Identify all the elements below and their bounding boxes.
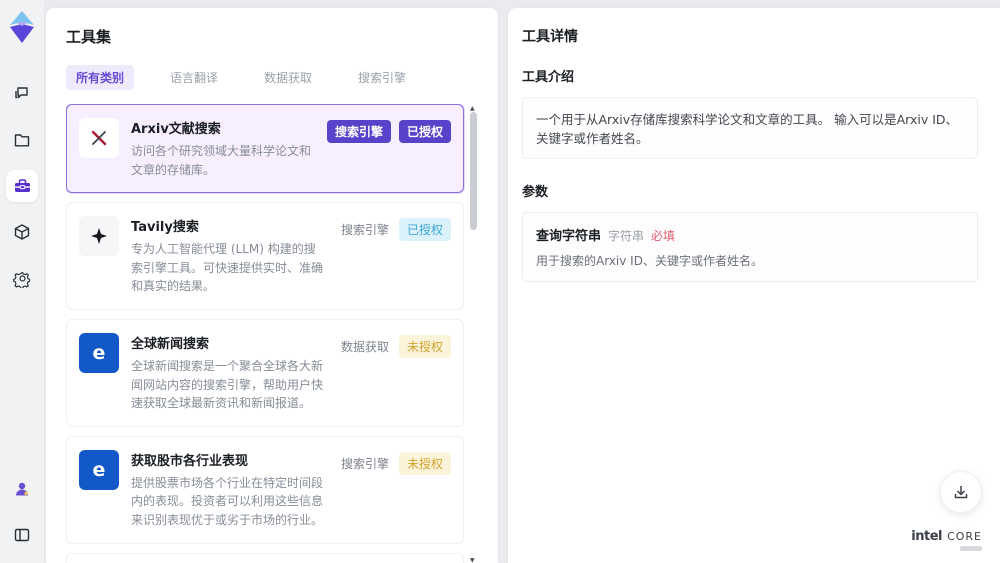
auth-status-badge: 未授权 — [398, 451, 451, 475]
detail-title: 工具详情 — [522, 29, 578, 45]
sidebar-item-models[interactable] — [6, 216, 38, 248]
auth-status-badge: 未授权 — [398, 334, 451, 358]
auth-status-badge: 已授权 — [398, 218, 451, 242]
tool-name: 全球新闻搜索 — [131, 336, 210, 352]
news-app-icon: e — [79, 332, 119, 373]
cube-icon — [14, 224, 30, 240]
sidebar-item-chat[interactable] — [6, 78, 38, 110]
download-button[interactable] — [940, 471, 982, 513]
core-product-text: CORE — [947, 530, 982, 543]
sparkle-icon — [79, 216, 119, 257]
category-badge: 搜索引擎 — [326, 120, 391, 143]
tool-name: Arxiv文献搜索 — [131, 122, 221, 137]
tool-card-global-news[interactable]: e 全球新闻搜索 全球新闻搜索是一个聚合全球各大新闻网站内容的搜索引擎，帮助用户… — [66, 318, 464, 427]
parameter-box: 查询字符串 字符串 必填 用于搜索的Arxiv ID、关键字或作者姓名。 — [522, 212, 978, 282]
scrollbar-thumb[interactable] — [470, 112, 477, 230]
panel-toggle-icon — [14, 528, 30, 542]
app-logo-gem-icon — [10, 11, 34, 43]
scroll-down-icon[interactable]: ▼ — [470, 558, 477, 563]
tool-description: 专为人工智能代理 (LLM) 构建的搜索引擎工具。可快速提供实时、准确和真实的结… — [131, 242, 324, 294]
tool-card-arxiv[interactable]: Arxiv文献搜索 访问各个研究领域大量科学论文和文章的存储库。 搜索引擎 已授… — [66, 104, 464, 194]
news-app-icon: e — [79, 449, 119, 490]
tool-detail-panel: 工具详情 工具介绍 一个用于从Arxiv存储库搜索科学论文和文章的工具。 输入可… — [508, 8, 1000, 563]
intel-core-logo: intel CORE — [911, 527, 982, 551]
logo-sub-badge — [960, 546, 982, 551]
category-badge: 搜索引擎 — [340, 223, 389, 238]
sidebar-item-files[interactable] — [6, 124, 38, 156]
user-avatar-button[interactable] — [6, 473, 38, 505]
tool-card-active-stocks[interactable]: e 获取市场最活跃股票信息 提供当天交易量最高的股票列表，投资者可以利用这些信息… — [66, 552, 464, 563]
category-badge: 搜索引擎 — [340, 456, 389, 471]
params-heading: 参数 — [522, 185, 549, 200]
page-title: 工具集 — [66, 28, 112, 46]
toolbox-icon — [14, 179, 30, 192]
tool-list-panel: 工具集 所有类别 语言翻译 数据获取 搜索引擎 Arxiv文献搜索 访问各个研究… — [46, 8, 498, 563]
user-icon — [16, 482, 28, 496]
left-rail — [0, 0, 44, 563]
tool-card-sector-performance[interactable]: e 获取股市各行业表现 提供股票市场各个行业在特定时间段内的表现。投资者可以利用… — [66, 435, 464, 544]
tool-name: 获取股市各行业表现 — [131, 453, 249, 469]
tab-language-translation[interactable]: 语言翻译 — [160, 65, 228, 90]
list-scrollbar[interactable]: ▲ ▼ — [469, 104, 478, 563]
tab-all-categories[interactable]: 所有类别 — [66, 65, 135, 90]
param-type: 字符串 — [608, 229, 645, 243]
tab-search-engine[interactable]: 搜索引擎 — [348, 65, 416, 90]
tool-description: 提供股票市场各个行业在特定时间段内的表现。投资者可以利用这些信息来识别表现优于或… — [131, 475, 324, 527]
sidebar-item-tools[interactable] — [6, 170, 38, 202]
sidebar-item-settings[interactable] — [6, 262, 38, 294]
download-icon — [954, 486, 968, 499]
folder-icon — [14, 134, 30, 147]
param-required-flag: 必填 — [651, 229, 676, 243]
tab-data-fetch[interactable]: 数据获取 — [254, 65, 322, 90]
intro-heading: 工具介绍 — [522, 70, 575, 85]
tool-name: Tavily搜索 — [131, 220, 199, 236]
tool-card-tavily[interactable]: Tavily搜索 专为人工智能代理 (LLM) 构建的搜索引擎工具。可快速提供实… — [66, 202, 464, 310]
intro-text-box: 一个用于从Arxiv存储库搜索科学论文和文章的工具。 输入可以是Arxiv ID… — [522, 97, 978, 159]
auth-status-badge: 已授权 — [398, 120, 451, 143]
collapse-panel-button[interactable] — [6, 519, 38, 551]
category-badge: 数据获取 — [340, 339, 389, 354]
gear-icon — [12, 271, 30, 288]
intel-brand-text: intel — [911, 529, 942, 544]
tool-list: Arxiv文献搜索 访问各个研究领域大量科学论文和文章的存储库。 搜索引擎 已授… — [66, 104, 478, 563]
param-description: 用于搜索的Arxiv ID、关键字或作者姓名。 — [536, 254, 763, 268]
chat-icon — [15, 87, 28, 99]
arxiv-logo-icon — [79, 118, 119, 158]
param-name: 查询字符串 — [536, 229, 602, 244]
tool-description: 访问各个研究领域大量科学论文和文章的存储库。 — [131, 144, 312, 177]
category-tabs: 所有类别 语言翻译 数据获取 搜索引擎 — [66, 65, 478, 90]
tool-description: 全球新闻搜索是一个聚合全球各大新闻网站内容的搜索引擎，帮助用户快速获取全球最新资… — [131, 358, 324, 411]
